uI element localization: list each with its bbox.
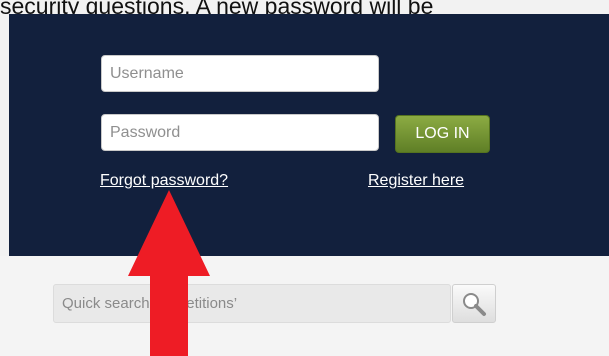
password-input[interactable] [101, 114, 379, 151]
register-link[interactable]: Register here [368, 172, 464, 190]
search-area [0, 256, 609, 356]
login-button[interactable]: LOG IN [395, 115, 490, 153]
magnifier-icon [463, 292, 486, 316]
search-button[interactable] [452, 284, 496, 323]
login-panel: LOG IN Forgot password? Register here [9, 14, 609, 256]
quick-search-input[interactable] [53, 284, 451, 323]
username-input[interactable] [101, 55, 379, 92]
forgot-password-link[interactable]: Forgot password? [100, 172, 228, 190]
red-up-arrow-icon [128, 190, 210, 356]
